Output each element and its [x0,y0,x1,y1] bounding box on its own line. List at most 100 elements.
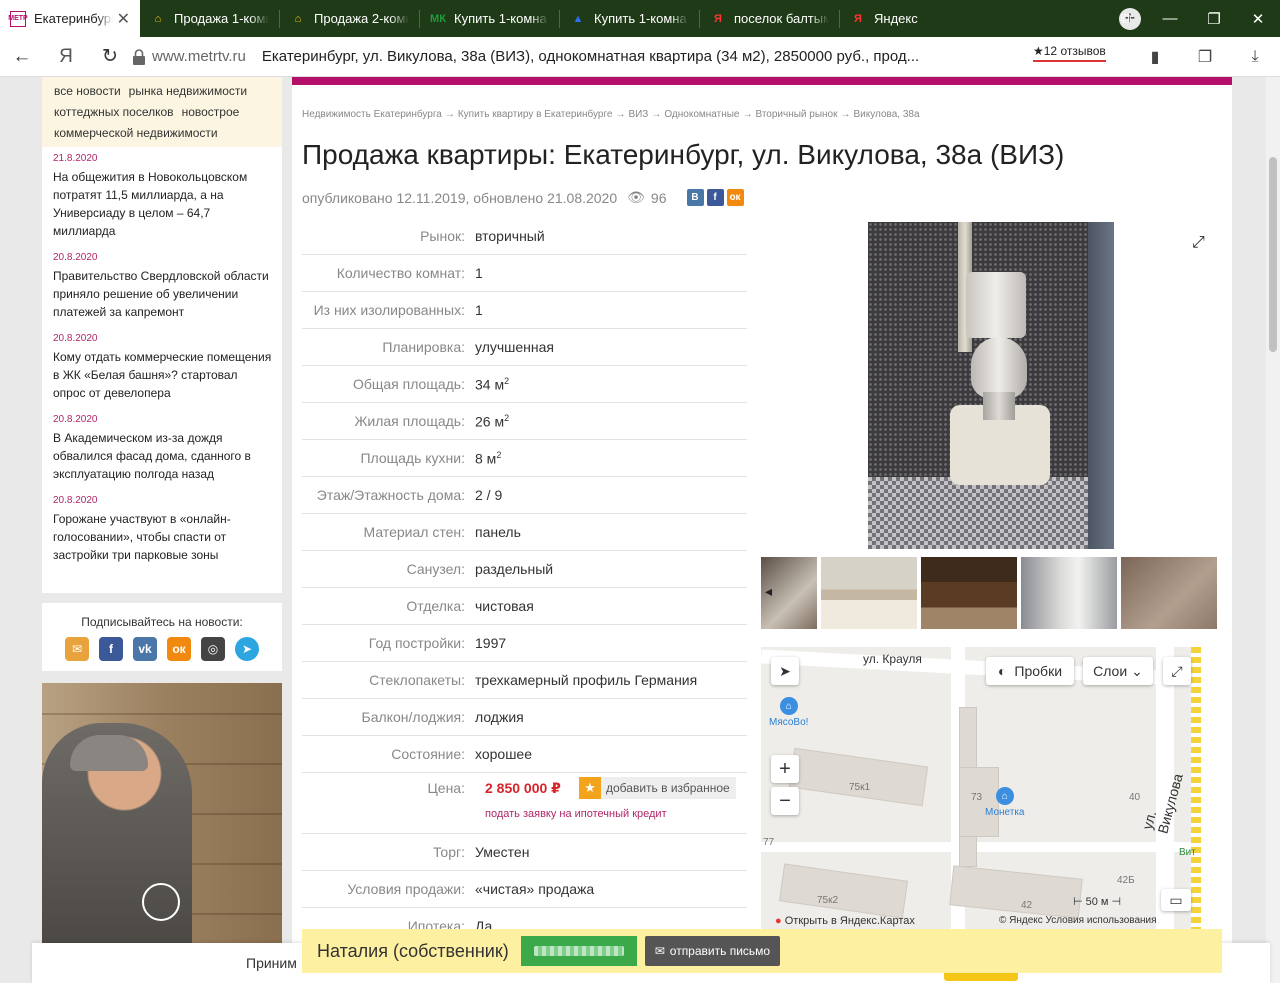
breadcrumb-link[interactable]: Вторичный рынок [755,109,837,120]
yandex-home-icon[interactable]: Я [44,46,88,68]
poi-myasovo[interactable]: ⌂ МясоВо! [769,697,808,728]
thumbnail[interactable] [921,557,1017,629]
news-item[interactable]: 20.8.2020 Кому отдать коммерческие помеще… [53,333,272,402]
reload-icon[interactable]: ↻ [88,45,132,68]
news-item[interactable]: 20.8.2020 Горожане участвуют в «онлайн-го… [53,495,272,564]
property-table: Рынок: вторичный Количество комнат: 1 Из них… [302,218,747,945]
reviews-badge[interactable]: ★12 отзывов [1033,44,1106,62]
property-label: Условия продажи: [347,881,465,897]
breadcrumb-link[interactable]: Однокомнатные [664,109,739,120]
poi-monetka[interactable]: ⌂ Монетка [985,787,1025,818]
map-fullscreen-button[interactable]: ⤢ [1163,657,1191,685]
ruler-button[interactable]: ▭ [1161,889,1191,911]
news-category-link[interactable]: коммерческой недвижимости [54,126,218,140]
ok-share-icon[interactable]: ок [726,189,744,206]
browser-tab[interactable]: ⌂ Продажа 1-комн [140,0,279,37]
zoom-in-button[interactable]: + [771,755,799,783]
news-headline[interactable]: Кому отдать коммерческие помещения в ЖК … [53,348,272,402]
thumbnail[interactable] [821,557,917,629]
breadcrumb-link[interactable]: Викулова, 38а [854,109,920,120]
restore-button[interactable]: ❐ [1192,10,1236,28]
browser-tab[interactable]: МК Купить 1-комна [420,0,559,37]
layers-button[interactable]: Слои ⌄ [1083,657,1153,685]
mortgage-link[interactable]: подать заявку на ипотечный кредит [485,808,667,820]
bookmark-icon[interactable]: ▮ [1130,47,1180,67]
send-email-button[interactable]: ✉ отправить письмо [644,936,781,966]
zoom-out-button[interactable]: − [771,787,799,815]
facebook-share-icon[interactable]: f [706,189,724,206]
url-field[interactable]: www.metrtv.ru Екатеринбург, ул. Викулова… [132,48,962,65]
phone-number-button[interactable] [520,936,637,966]
breadcrumb-link[interactable]: ВИЗ [628,109,648,120]
news-item[interactable]: 20.8.2020 Правительство Свердловской обла… [53,252,272,321]
property-value: чистовая [475,598,534,614]
telegram-icon[interactable]: ➤ [235,637,259,661]
open-in-yandex-maps-link[interactable]: ● Открыть в Яндекс.Картах [775,915,915,927]
yandex-icon: Я [714,12,722,25]
basket-icon: ⌂ [995,787,1014,805]
thumbnail[interactable] [1121,557,1217,629]
news-category-link[interactable]: все новости [54,84,121,98]
property-label: Материал стен: [363,524,465,540]
thumbnail[interactable] [1021,557,1117,629]
news-date: 20.8.2020 [53,333,98,344]
seller-contact-bar: Наталия (собственник) ✉ отправить письмо [302,929,1222,973]
news-headline[interactable]: Правительство Свердловской области приня… [53,267,272,321]
minimize-button[interactable]: — [1148,10,1192,27]
property-row: Торг: Уместен [302,834,747,871]
page-scrollbar[interactable] [1266,77,1280,983]
fullscreen-icon[interactable]: ⤢ [1192,234,1205,252]
property-value: раздельный [475,561,554,577]
news-category-link[interactable]: коттеджных поселков [54,105,174,119]
views-icon: 👁 [627,189,645,205]
property-value: вторичный [475,228,545,244]
close-tab-icon[interactable]: ✕ [117,9,130,29]
cap-shape [70,735,148,771]
breadcrumb-link[interactable]: Недвижимость Екатеринбурга [302,109,442,120]
browser-tab[interactable]: ⌂ Продажа 2-комн [280,0,419,37]
add-to-favorites-button[interactable]: ★ добавить в избранное [579,777,736,799]
news-headline[interactable]: В Академическом из-за дождя обвалился фа… [53,429,272,483]
main-photo[interactable] [868,222,1114,549]
breadcrumb-separator: → [840,109,851,120]
location-map[interactable]: ул. Крауля ул. Викулова 75к1 73 40 77 75… [761,647,1201,930]
download-icon[interactable]: ⤓ [1230,48,1280,66]
window-controls: ⧉ — ❐ ✕ [1104,0,1280,37]
collections-icon[interactable]: ❐ [1180,47,1230,67]
traffic-button[interactable]: ◐ Пробки [986,657,1074,685]
left-sidebar: все новости рынка недвижимости коттеджных … [42,77,282,953]
vk-share-icon[interactable]: В [686,189,704,206]
property-value: панель [475,524,521,540]
browser-tab[interactable]: ▲ Купить 1-комна [560,0,699,37]
geolocation-button[interactable]: ➤ [771,657,799,685]
advert-image[interactable] [42,683,282,953]
property-value: 2 / 9 [475,487,503,503]
a-icon: ▲ [572,12,584,25]
news-item[interactable]: 20.8.2020 В Академическом из-за дождя обв… [53,414,272,483]
instagram-icon[interactable]: ◎ [201,637,225,661]
vk-icon[interactable]: vk [133,637,157,661]
mk-icon: МК [430,12,446,25]
news-headline[interactable]: Горожане участвуют в «онлайн-голосовании… [53,510,272,564]
browser-tab[interactable]: МЕТР Екатеринбург, ул... ✕ [0,0,140,37]
published-date: опубликовано 12.11.2019 [302,189,466,206]
news-category-link[interactable]: новострое [182,105,240,119]
browser-tab[interactable]: Япоселок балтым [700,0,839,37]
close-window-button[interactable]: ✕ [1236,10,1280,28]
back-icon[interactable]: ← [0,46,44,68]
news-headline[interactable]: На общежития в Новокольцовском потратят … [53,168,272,240]
facebook-icon[interactable]: f [99,637,123,661]
house-icon: ⌂ [154,12,162,25]
thumbnail-prev[interactable] [761,557,817,629]
news-item[interactable]: 21.8.2020 На общежития в Новокольцовском … [53,153,272,240]
browser-tab[interactable]: Я Яндекс [840,0,979,37]
breadcrumb-link[interactable]: Купить квартиру в Екатеринбурге [458,109,613,120]
map-scale: ⊢ 50 м ⊣ [1073,896,1122,908]
zoom-icon[interactable] [142,883,180,921]
breadcrumb-separator: → [615,109,626,120]
mail-icon[interactable]: ✉ [65,637,89,661]
ok-icon[interactable]: ок [167,637,191,661]
news-category-link[interactable]: рынка недвижимости [129,84,247,98]
tabs-list-icon[interactable]: ⧉ [1104,10,1148,27]
poi-label: Монетка [985,807,1025,818]
